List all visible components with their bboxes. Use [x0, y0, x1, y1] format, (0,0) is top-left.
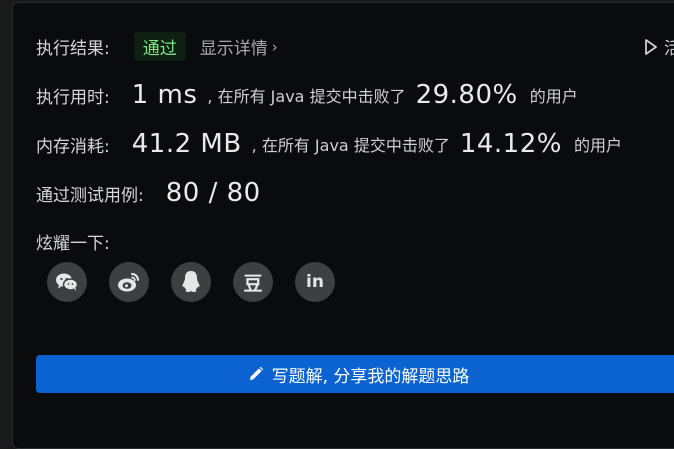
testcases-value: 80 / 80	[165, 178, 261, 208]
share-row: 炫耀一下:	[36, 229, 110, 254]
memory-beat-text: , 在所有 Java 提交中击败了	[251, 136, 450, 155]
memory-row: 内存消耗: 41.2 MB , 在所有 Java 提交中击败了 14.12% 的…	[36, 129, 622, 159]
runtime-beat-text: , 在所有 Java 提交中击败了	[207, 87, 406, 106]
memory-suffix: 的用户	[573, 136, 622, 155]
weibo-icon	[118, 273, 139, 292]
share-label: 炫耀一下:	[36, 234, 110, 254]
runtime-percent: 29.80%	[415, 80, 518, 110]
app-frame: 执行结果: 通过 显示详情 › 活 执行用时: 1 ms , 在所有 Java …	[0, 0, 674, 449]
runtime-row: 执行用时: 1 ms , 在所有 Java 提交中击败了 29.80% 的用户	[36, 80, 578, 110]
testcases-row: 通过测试用例: 80 / 80	[36, 178, 261, 208]
show-details-label: 显示详情	[199, 39, 268, 59]
play-icon	[645, 38, 657, 55]
wechat-icon	[56, 273, 79, 291]
run-button-label: 活	[664, 39, 674, 59]
memory-value: 41.2 MB	[131, 129, 242, 159]
share-douban-button[interactable]: 豆	[233, 262, 273, 302]
show-details-link[interactable]: 显示详情 ›	[199, 34, 278, 60]
runtime-value: 1 ms	[131, 80, 198, 110]
runtime-suffix: 的用户	[529, 87, 578, 106]
qq-icon	[182, 271, 200, 292]
chevron-right-icon: ›	[271, 37, 278, 56]
share-qq-button[interactable]	[171, 262, 211, 302]
share-linkedin-button[interactable]: in	[295, 262, 335, 302]
write-solution-label: 写题解, 分享我的解题思路	[271, 366, 470, 387]
share-weibo-button[interactable]	[109, 262, 149, 302]
share-wechat-button[interactable]	[47, 262, 87, 302]
testcases-label: 通过测试用例:	[36, 185, 144, 206]
share-buttons: 豆 in	[47, 262, 335, 302]
memory-label: 内存消耗:	[36, 136, 110, 157]
douban-icon: 豆	[243, 272, 263, 295]
pencil-icon	[249, 366, 263, 380]
write-solution-button[interactable]: 写题解, 分享我的解题思路	[36, 355, 674, 393]
result-row: 执行结果: 通过 显示详情 ›	[36, 32, 278, 61]
memory-percent: 14.12%	[459, 129, 562, 159]
linkedin-icon: in	[306, 272, 324, 292]
status-badge: 通过	[133, 32, 186, 61]
run-button[interactable]: 活	[644, 34, 674, 59]
runtime-label: 执行用时:	[36, 87, 110, 108]
result-label: 执行结果:	[36, 39, 110, 59]
